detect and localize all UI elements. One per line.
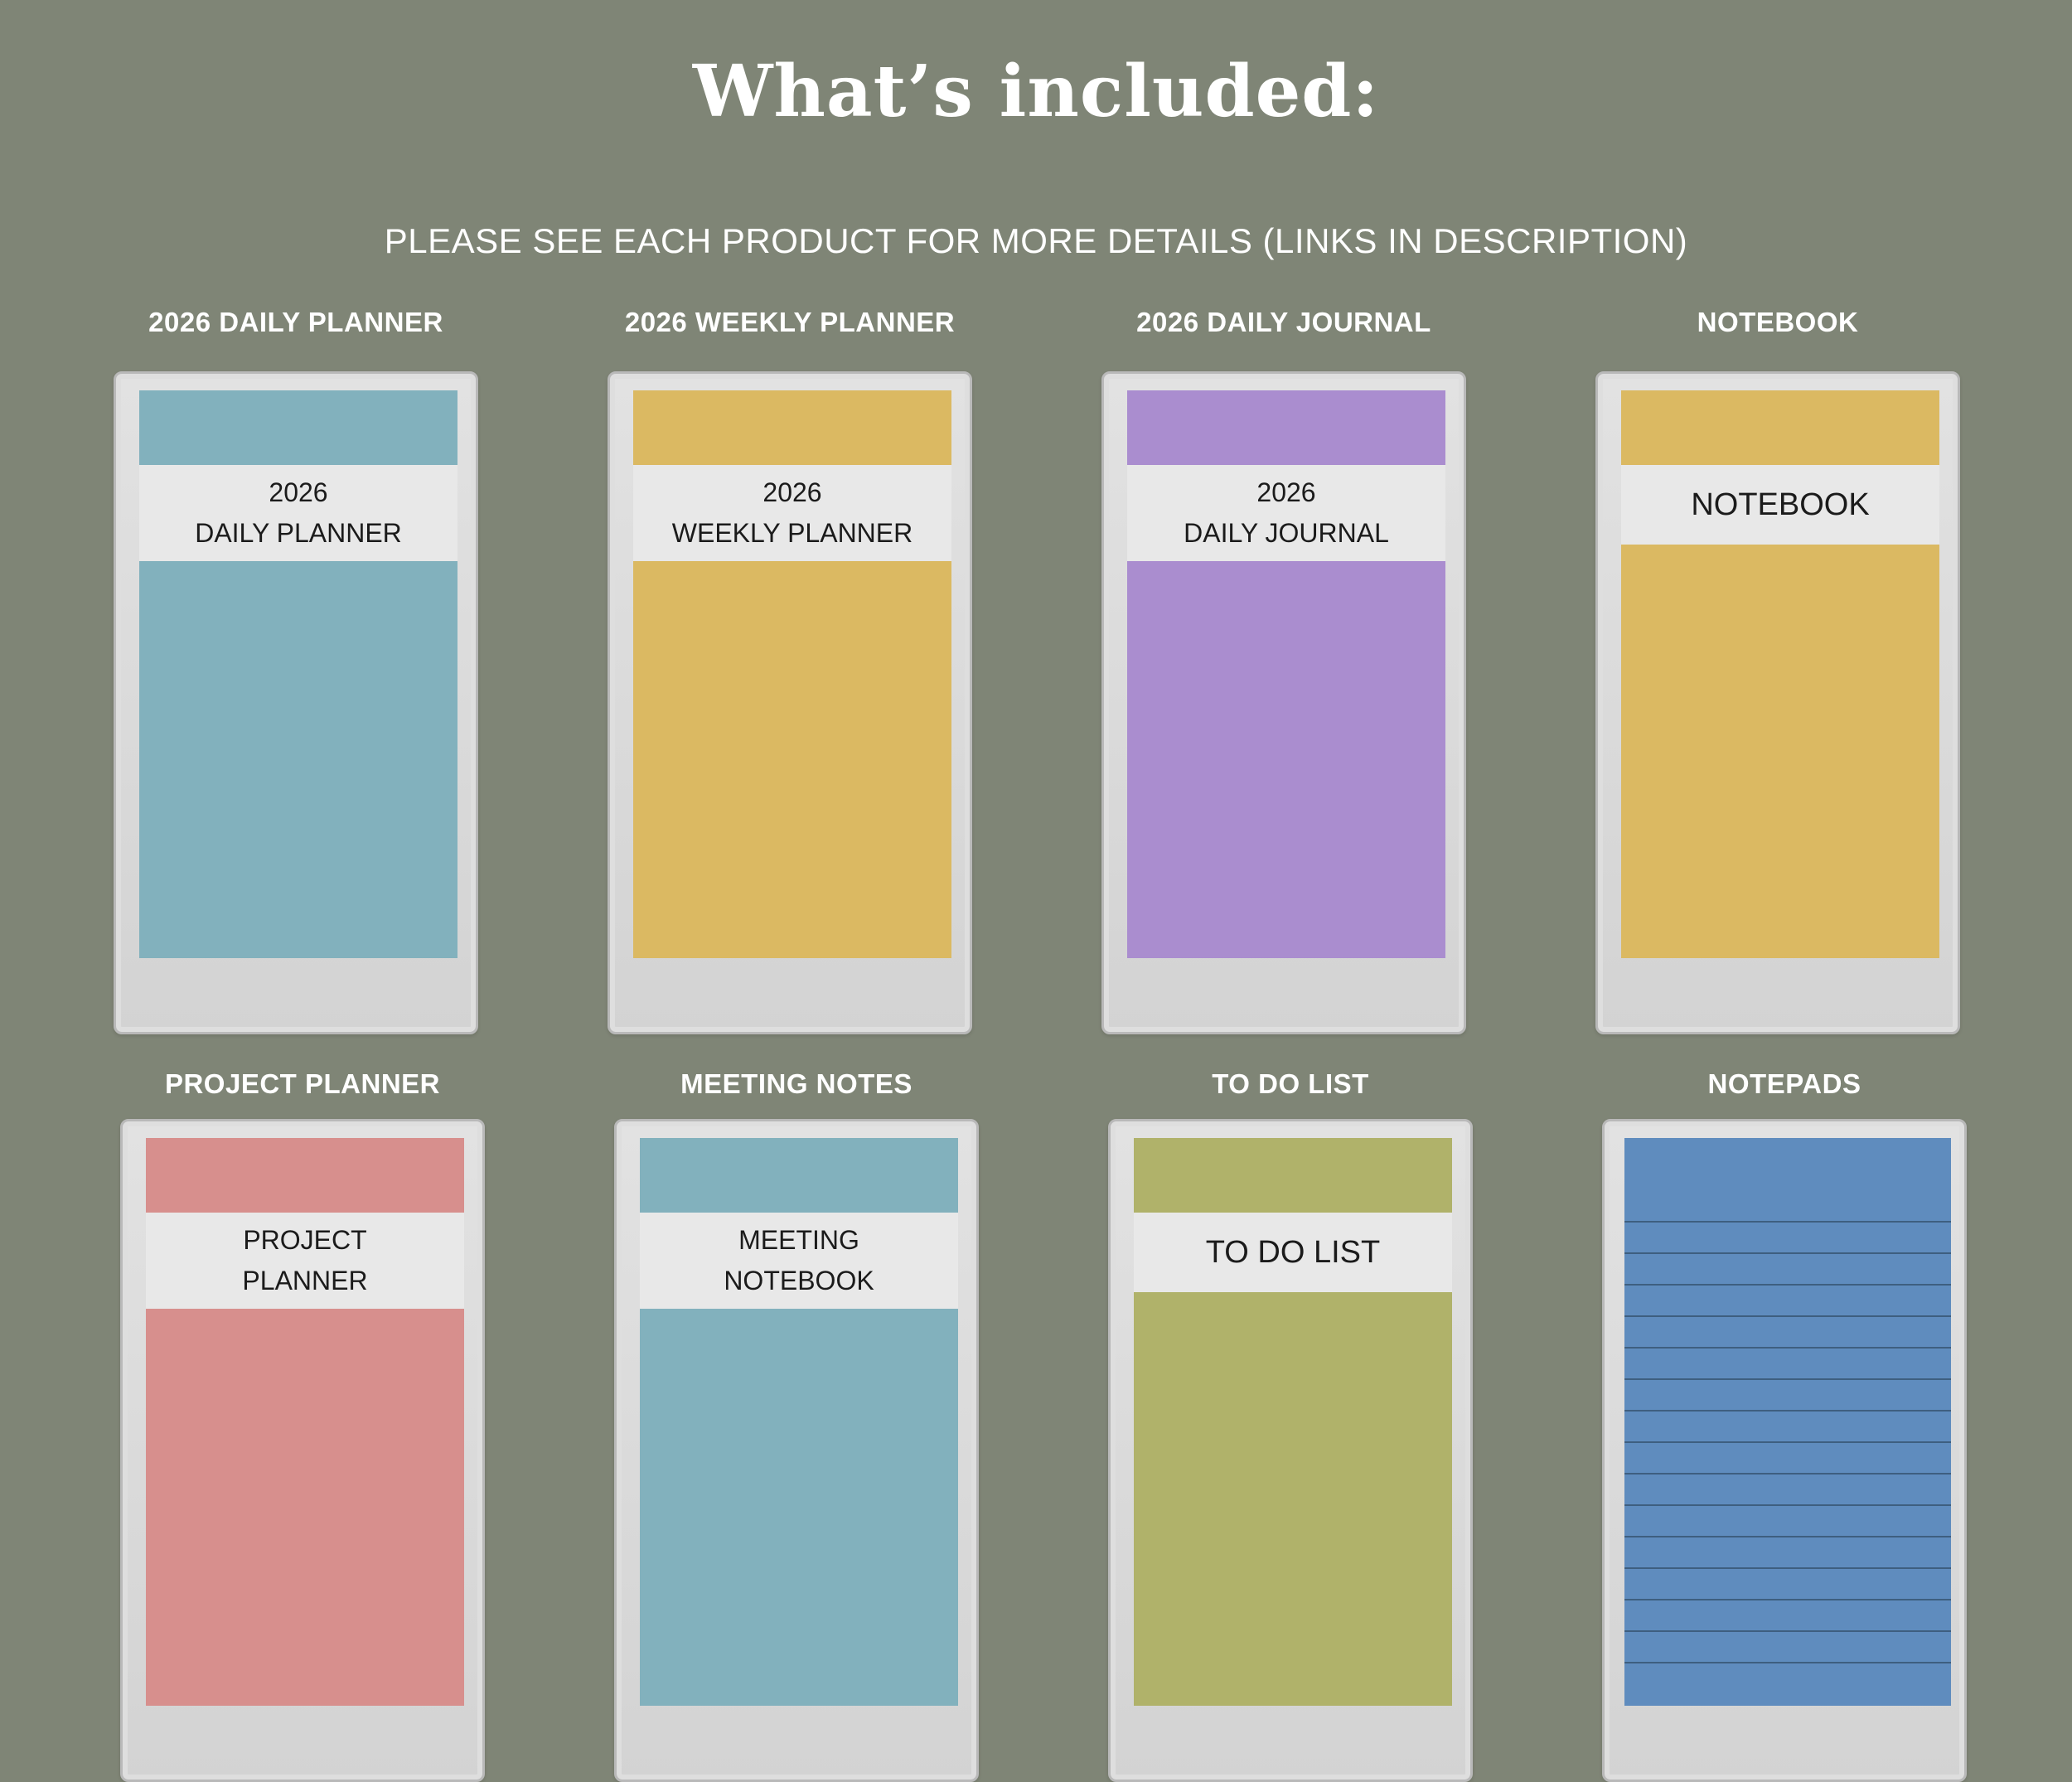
product-label: NOTEBOOK — [1697, 307, 1859, 337]
product-label: MEETING NOTES — [680, 1068, 913, 1099]
product-label: NOTEPADS — [1707, 1068, 1861, 1099]
paper-rule — [1624, 1284, 1951, 1286]
cover-screen: PROJECT PLANNER — [146, 1138, 464, 1706]
product-label: PROJECT PLANNER — [164, 1068, 441, 1099]
paper-rule — [1624, 1221, 1951, 1223]
paper-rule — [1624, 1504, 1951, 1506]
product-label: 2026 WEEKLY PLANNER — [624, 307, 956, 337]
cover-title-line: 2026 — [269, 477, 328, 507]
cover-title-band: 2026 WEEKLY PLANNER — [633, 465, 951, 561]
cover-title-line: WEEKLY PLANNER — [671, 518, 913, 548]
device-frame — [1602, 1119, 1967, 1782]
cover-title-line: DAILY PLANNER — [195, 518, 402, 548]
product-label: 2026 DAILY PLANNER — [148, 307, 443, 337]
cover-title-line: DAILY JOURNAL — [1184, 518, 1389, 548]
cover-title-band: TO DO LIST — [1134, 1213, 1452, 1292]
cover-title-line: PROJECT — [243, 1225, 367, 1255]
product-label: TO DO LIST — [1212, 1068, 1369, 1099]
lined-paper-icon — [1624, 1138, 1951, 1706]
cover-screen: 2026 WEEKLY PLANNER — [633, 390, 951, 958]
paper-rule — [1624, 1599, 1951, 1600]
cover-title-band: MEETING NOTEBOOK — [640, 1213, 958, 1309]
device-frame: PROJECT PLANNER — [120, 1119, 485, 1782]
cover-screen: 2026 DAILY JOURNAL — [1127, 390, 1445, 958]
cover-title-line: PLANNER — [242, 1266, 368, 1295]
paper-rule — [1624, 1441, 1951, 1443]
cover-title-line: MEETING — [738, 1225, 859, 1255]
device-frame: TO DO LIST — [1108, 1119, 1473, 1782]
cover-title-line: NOTEBOOK — [724, 1266, 874, 1295]
cover-title-line: 2026 — [762, 477, 822, 507]
cover-screen — [1624, 1138, 1951, 1706]
device-frame: 2026 DAILY JOURNAL — [1101, 371, 1466, 1034]
product-label: 2026 DAILY JOURNAL — [1136, 307, 1431, 337]
page-title: What’s included: — [692, 50, 1380, 133]
cover-screen: TO DO LIST — [1134, 1138, 1452, 1706]
page-subtitle: PLEASE SEE EACH PRODUCT FOR MORE DETAILS… — [384, 221, 1688, 260]
paper-rule — [1624, 1567, 1951, 1569]
paper-rule — [1624, 1630, 1951, 1632]
cover-screen: MEETING NOTEBOOK — [640, 1138, 958, 1706]
cover-title-band: PROJECT PLANNER — [146, 1213, 464, 1309]
device-frame: MEETING NOTEBOOK — [614, 1119, 979, 1782]
device-frame: 2026 DAILY PLANNER — [114, 371, 478, 1034]
cover-title-line: 2026 — [1256, 477, 1316, 507]
paper-rule — [1624, 1252, 1951, 1254]
cover-title-band: 2026 DAILY PLANNER — [139, 465, 457, 561]
paper-rule — [1624, 1473, 1951, 1475]
paper-rule — [1624, 1410, 1951, 1412]
paper-rule — [1624, 1378, 1951, 1380]
paper-rule — [1624, 1315, 1951, 1317]
cover-screen: NOTEBOOK — [1621, 390, 1939, 958]
paper-rule — [1624, 1662, 1951, 1663]
device-frame: NOTEBOOK — [1595, 371, 1960, 1034]
device-frame: 2026 WEEKLY PLANNER — [608, 371, 972, 1034]
cover-title-band: 2026 DAILY JOURNAL — [1127, 465, 1445, 561]
cover-title-line: TO DO LIST — [1205, 1234, 1381, 1270]
cover-title-band: NOTEBOOK — [1621, 465, 1939, 545]
paper-rule — [1624, 1347, 1951, 1349]
cover-screen: 2026 DAILY PLANNER — [139, 390, 457, 958]
paper-rule — [1624, 1536, 1951, 1537]
cover-title-line: NOTEBOOK — [1691, 487, 1870, 522]
